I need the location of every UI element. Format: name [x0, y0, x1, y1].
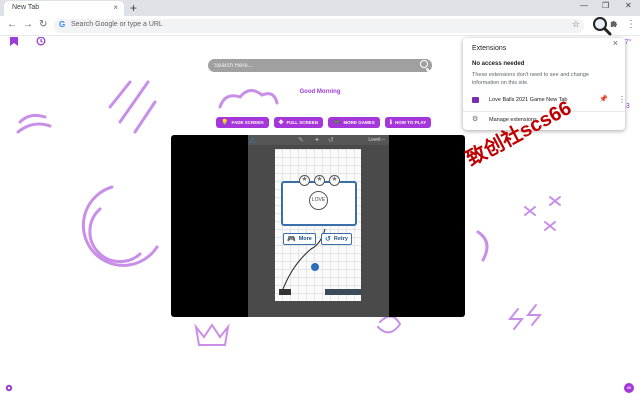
tab-new-tab[interactable]: New Tab ×	[4, 1, 124, 16]
browser-toolbar: ← → ↻ G Search Google or type a URL ☆ ⋮	[0, 16, 640, 36]
more-games-label: MORE GAMES	[343, 120, 375, 125]
game-stage[interactable]: ⌂ ✎ ✦ ↺ Level:-- ★ ★ ★ LOVE 🎮 More ↺ Ret…	[248, 135, 389, 317]
popup-title: Extensions	[472, 45, 507, 52]
right-platform	[325, 289, 361, 295]
game-top-bar: ⌂ ✎ ✦ ↺ Level:--	[248, 135, 389, 145]
fade-screen-label: FADE SCREEN	[231, 120, 264, 125]
minimize-button[interactable]: —	[580, 1, 588, 10]
tab-strip: New Tab × + — ❐ ✕	[0, 0, 640, 16]
tab-title: New Tab	[12, 4, 40, 11]
pencil-icon[interactable]: ✎	[298, 136, 304, 144]
more-games-button[interactable]: 🎮 MORE GAMES	[327, 117, 380, 128]
star-icon: ★	[329, 175, 340, 186]
love-balls-logo: LOVE	[309, 191, 328, 210]
reload-button[interactable]: ↻	[39, 19, 47, 30]
restore-button[interactable]: ❐	[602, 1, 609, 10]
fullscreen-icon: ✥	[278, 120, 284, 126]
action-buttons: 💡 FADE SCREEN ✥ FULL SCREEN 🎮 MORE GAMES…	[216, 117, 432, 128]
gamepad-icon: 🎮	[332, 120, 341, 126]
tab-close-icon[interactable]: ×	[113, 3, 118, 12]
history-icon[interactable]	[36, 37, 46, 49]
magnifier-icon	[593, 17, 612, 36]
retry-label: Retry	[333, 236, 348, 242]
omnibox[interactable]: G Search Google or type a URL ☆	[54, 19, 584, 33]
bookmark-star-icon[interactable]: ☆	[572, 19, 580, 30]
blue-ball	[311, 263, 319, 271]
more-label: More	[298, 236, 312, 242]
extension-more-icon[interactable]: ⋮	[618, 95, 626, 104]
search-input[interactable]	[214, 61, 404, 70]
info-icon: ℹ	[389, 120, 392, 126]
full-screen-button[interactable]: ✥ FULL SCREEN	[273, 117, 323, 128]
restart-icon[interactable]: ↺	[328, 136, 334, 144]
home-icon[interactable]: ⌂	[250, 135, 255, 145]
level-label: Level:--	[368, 137, 385, 143]
star-icon: ★	[299, 175, 310, 186]
left-platform	[279, 289, 291, 295]
window-close-button[interactable]: ✕	[625, 1, 632, 10]
google-icon: G	[59, 20, 66, 29]
fade-screen-button[interactable]: 💡 FADE SCREEN	[216, 117, 269, 128]
chrome-menu-icon[interactable]: ⋮	[626, 19, 636, 30]
new-tab-button[interactable]: +	[130, 1, 137, 15]
retry-button[interactable]: ↺ Retry	[321, 233, 352, 245]
retry-icon: ↺	[325, 236, 331, 243]
forward-button[interactable]: →	[23, 19, 33, 30]
corner-badge[interactable]: 88	[624, 383, 634, 393]
how-to-play-button[interactable]: ℹ HOW TO PLAY	[384, 117, 432, 128]
omnibox-placeholder: Search Google or type a URL	[71, 21, 163, 28]
hint-icon[interactable]: ✦	[314, 136, 320, 144]
bookmark-icon[interactable]	[10, 37, 18, 49]
settings-gear-icon[interactable]	[4, 383, 14, 396]
no-access-heading: No access needed	[472, 61, 525, 67]
more-button[interactable]: 🎮 More	[283, 233, 316, 245]
how-to-play-label: HOW TO PLAY	[394, 120, 427, 125]
gamepad-icon: 🎮	[287, 236, 296, 243]
search-bar[interactable]	[208, 59, 432, 72]
search-icon[interactable]	[420, 60, 428, 68]
game-window[interactable]: ⌂ ✎ ✦ ↺ Level:-- ★ ★ ★ LOVE 🎮 More ↺ Ret…	[171, 135, 465, 317]
popup-close-icon[interactable]: ×	[613, 38, 618, 48]
extension-icon	[472, 97, 479, 103]
gear-icon: ⚙	[472, 116, 479, 123]
bulb-icon: 💡	[221, 120, 229, 126]
pin-icon[interactable]: 📌	[599, 95, 608, 103]
greeting-text: Good Morning	[299, 89, 341, 95]
level-result-card: ★ ★ ★ LOVE	[281, 175, 357, 226]
back-button[interactable]: ←	[7, 19, 17, 30]
full-screen-label: FULL SCREEN	[286, 120, 318, 125]
star-icon: ★	[314, 175, 325, 186]
no-access-description: These extensions don't need to see and c…	[472, 72, 589, 86]
